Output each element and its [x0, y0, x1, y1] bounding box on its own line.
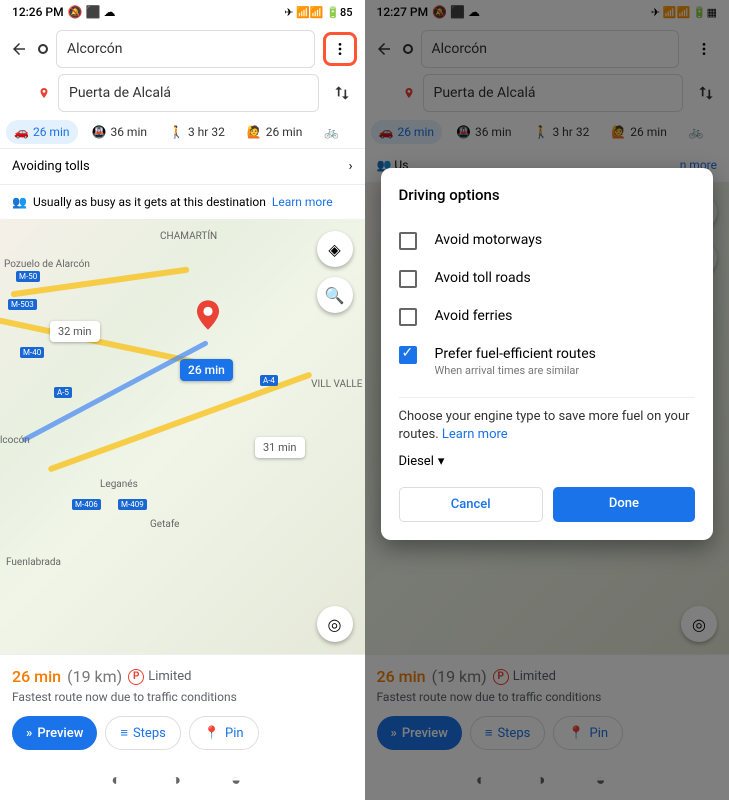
back-button[interactable] [8, 38, 30, 60]
checkbox-icon[interactable] [399, 270, 417, 288]
route-summary: 26 min (19 km) P Limited Fastest route no… [0, 654, 365, 762]
mode-walk[interactable]: 🚶 3 hr 32 [161, 120, 233, 144]
engine-info: Choose your engine type to save more fue… [399, 408, 696, 444]
city-pozuelo: Pozuelo de Alarcón [4, 259, 90, 270]
checkbox-icon[interactable] [399, 308, 417, 326]
busy-text: Usually as busy as it gets at this desti… [33, 195, 266, 209]
engine-learn-more-link[interactable]: Learn more [442, 427, 508, 442]
opt-avoid-ferries[interactable]: Avoid ferries [399, 298, 696, 336]
parking-label: Limited [148, 669, 191, 684]
parking-icon: P [128, 669, 144, 685]
screen-right: 12:27 PM🔕 ⬛ ☁ ✈ 📶📶 🔋▦ Alcorcón Puerta de… [365, 0, 729, 800]
checkbox-icon[interactable] [399, 232, 417, 250]
search-map-button[interactable]: 🔍 [317, 277, 353, 313]
busy-row: 👥 Usually as busy as it gets at this des… [0, 185, 365, 219]
more-options-button[interactable] [323, 32, 357, 66]
status-bar: 12:26 PM 🔕 ⬛ ☁ ✈ 📶📶 🔋85 [0, 0, 365, 24]
directions-header: Alcorcón Puerta de Alcalá [0, 24, 365, 116]
engine-select[interactable]: Diesel ▾ [399, 454, 696, 469]
status-time: 12:26 PM [12, 5, 64, 19]
mode-transit[interactable]: 🚇 36 min [84, 120, 156, 144]
city-fuenlabrada: Fuenlabrada [6, 557, 61, 568]
destination-pin-icon [197, 299, 219, 331]
opt-fuel-efficient[interactable]: Prefer fuel-efficient routes When arriva… [399, 336, 696, 387]
avoiding-label: Avoiding tolls [12, 159, 90, 174]
done-button[interactable]: Done [553, 487, 695, 522]
checkbox-checked-icon[interactable] [399, 346, 417, 364]
city-leganes: Leganés [100, 479, 138, 490]
preview-button[interactable]: » Preview [12, 716, 97, 750]
driving-options-modal: Driving options Avoid motorways Avoid to… [381, 168, 714, 540]
screen-left: 12:26 PM 🔕 ⬛ ☁ ✈ 📶📶 🔋85 Alcorcón Puerta d… [0, 0, 365, 800]
swap-button[interactable] [327, 83, 357, 103]
pin-button[interactable]: 📍 Pin [189, 716, 259, 750]
divider [399, 397, 696, 398]
nav-icon-3[interactable]: ◒ [231, 770, 253, 792]
summary-time: 26 min [12, 667, 61, 686]
city-alcorcon: lcocón [0, 435, 30, 446]
nav-bar: ◐ ◑ ◒ [0, 762, 365, 800]
learn-more-link[interactable]: Learn more [272, 195, 333, 209]
travel-modes: 🚗 26 min 🚇 36 min 🚶 3 hr 32 🙋 26 min 🚲 [0, 116, 365, 148]
origin-input[interactable]: Alcorcón [56, 30, 315, 68]
route-time-alt1: 32 min [50, 321, 100, 342]
opt-avoid-tolls[interactable]: Avoid toll roads [399, 260, 696, 298]
locate-me-button[interactable]: ◎ [317, 606, 353, 642]
cancel-button[interactable]: Cancel [399, 487, 543, 522]
mode-rideshare[interactable]: 🙋 26 min [239, 120, 311, 144]
chevron-right-icon: › [349, 159, 353, 174]
origin-icon [38, 44, 48, 54]
destination-input[interactable]: Puerta de Alcalá [58, 74, 319, 112]
steps-button[interactable]: ≡ Steps [105, 716, 180, 750]
mode-bike[interactable]: 🚲 [316, 120, 347, 144]
summary-sub: Fastest route now due to traffic conditi… [12, 690, 353, 704]
city-vill: VILL VALLE [311, 379, 362, 390]
layers-button[interactable]: ◈ [317, 231, 353, 267]
route-time-alt2: 31 min [255, 437, 305, 458]
status-icons-r: ✈ 📶📶 🔋85 [284, 6, 352, 19]
map-area[interactable]: CHAMARTÍN Pozuelo de Alarcón Leganés Get… [0, 219, 365, 654]
busy-icon: 👥 [12, 195, 27, 209]
route-time-main: 26 min [180, 359, 233, 381]
route-options-row[interactable]: Avoiding tolls › [0, 148, 365, 185]
modal-title: Driving options [399, 186, 696, 204]
opt-avoid-motorways[interactable]: Avoid motorways [399, 222, 696, 260]
nav-icon-2[interactable]: ◑ [171, 770, 193, 792]
dropdown-icon: ▾ [438, 454, 445, 469]
city-getafe: Getafe [150, 519, 180, 530]
city-chamartin: CHAMARTÍN [160, 231, 217, 242]
nav-icon-1[interactable]: ◐ [111, 770, 133, 792]
summary-dist: (19 km) [67, 667, 122, 686]
status-icons-l: 🔕 ⬛ ☁ [68, 5, 116, 19]
mode-drive[interactable]: 🚗 26 min [6, 120, 78, 144]
destination-icon [38, 87, 50, 99]
